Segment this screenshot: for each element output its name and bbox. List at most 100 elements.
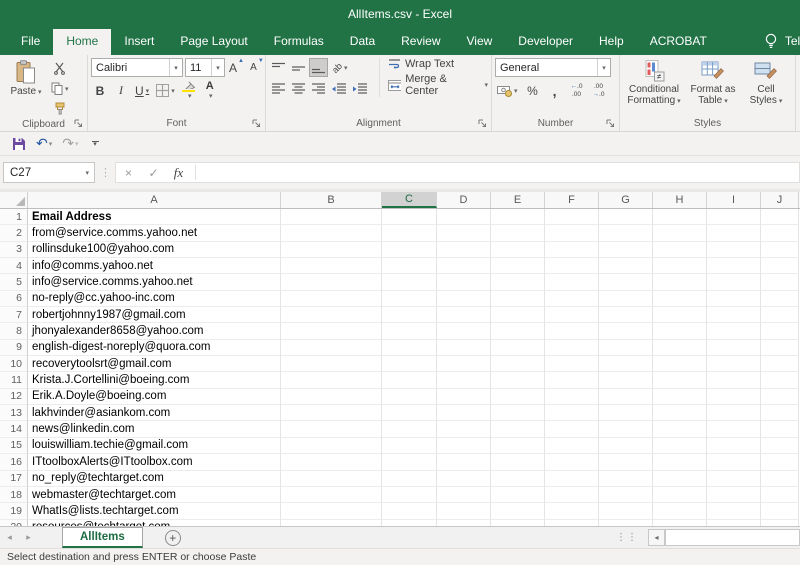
cell-A8[interactable]: jhonyalexander8658@yahoo.com bbox=[28, 323, 281, 339]
tab-split-handle[interactable]: ⋮⋮ bbox=[616, 527, 638, 548]
cell-J2[interactable] bbox=[761, 225, 799, 241]
cell-A4[interactable]: info@comms.yahoo.net bbox=[28, 258, 281, 274]
cell-B15[interactable] bbox=[281, 438, 382, 454]
cell-F12[interactable] bbox=[545, 389, 599, 405]
cell-D4[interactable] bbox=[437, 258, 491, 274]
ribbon-tab-data[interactable]: Data bbox=[337, 29, 388, 55]
row-number-17[interactable]: 17 bbox=[0, 471, 28, 487]
cell-A10[interactable]: recoverytoolsrt@gmail.com bbox=[28, 356, 281, 372]
cell-J6[interactable] bbox=[761, 291, 799, 307]
scroll-left-icon[interactable]: ◂ bbox=[648, 529, 665, 546]
cell-C18[interactable] bbox=[382, 487, 437, 503]
ribbon-tab-view[interactable]: View bbox=[454, 29, 506, 55]
cell-C3[interactable] bbox=[382, 242, 437, 258]
cell-I20[interactable] bbox=[707, 520, 761, 526]
cell-F20[interactable] bbox=[545, 520, 599, 526]
cell-G14[interactable] bbox=[599, 421, 653, 437]
cell-B11[interactable] bbox=[281, 372, 382, 388]
cell-G9[interactable] bbox=[599, 340, 653, 356]
cell-H9[interactable] bbox=[653, 340, 707, 356]
select-all-corner[interactable] bbox=[0, 192, 28, 208]
cell-E10[interactable] bbox=[491, 356, 545, 372]
cell-D16[interactable] bbox=[437, 454, 491, 470]
row-number-10[interactable]: 10 bbox=[0, 356, 28, 372]
cell-G19[interactable] bbox=[599, 503, 653, 519]
sheet-nav-left-icon[interactable]: ◂ bbox=[0, 527, 19, 548]
cell-C13[interactable] bbox=[382, 405, 437, 421]
decrease-indent-button[interactable] bbox=[329, 79, 348, 98]
cell-J5[interactable] bbox=[761, 274, 799, 290]
cell-F15[interactable] bbox=[545, 438, 599, 454]
cell-E7[interactable] bbox=[491, 307, 545, 323]
format-painter-button[interactable] bbox=[49, 99, 71, 118]
percent-style-button[interactable]: % bbox=[524, 81, 542, 100]
cell-B10[interactable] bbox=[281, 356, 382, 372]
cell-I16[interactable] bbox=[707, 454, 761, 470]
ribbon-tab-review[interactable]: Review bbox=[388, 29, 453, 55]
cell-D12[interactable] bbox=[437, 389, 491, 405]
cell-G17[interactable] bbox=[599, 471, 653, 487]
row-number-1[interactable]: 1 bbox=[0, 209, 28, 225]
cell-G8[interactable] bbox=[599, 323, 653, 339]
sheet-nav-right-icon[interactable]: ▸ bbox=[19, 527, 38, 548]
cell-F4[interactable] bbox=[545, 258, 599, 274]
copy-button[interactable] bbox=[49, 79, 71, 98]
cell-B5[interactable] bbox=[281, 274, 382, 290]
customize-qat-button[interactable]: ▾ bbox=[92, 141, 99, 146]
cell-I19[interactable] bbox=[707, 503, 761, 519]
formula-input[interactable] bbox=[200, 163, 799, 182]
cell-J4[interactable] bbox=[761, 258, 799, 274]
middle-align-button[interactable] bbox=[289, 58, 307, 77]
cell-B12[interactable] bbox=[281, 389, 382, 405]
font-name-combo[interactable]: Calibri ▾ bbox=[91, 58, 183, 77]
cell-G15[interactable] bbox=[599, 438, 653, 454]
font-size-combo[interactable]: 11 ▾ bbox=[185, 58, 225, 77]
cell-B1[interactable] bbox=[281, 209, 382, 225]
merge-center-button[interactable]: Merge & Center bbox=[388, 73, 488, 97]
cell-B18[interactable] bbox=[281, 487, 382, 503]
cell-A15[interactable]: louiswilliam.techie@gmail.com bbox=[28, 438, 281, 454]
cell-B9[interactable] bbox=[281, 340, 382, 356]
cell-F19[interactable] bbox=[545, 503, 599, 519]
save-button[interactable] bbox=[9, 134, 29, 154]
cell-G7[interactable] bbox=[599, 307, 653, 323]
cell-H11[interactable] bbox=[653, 372, 707, 388]
cell-D20[interactable] bbox=[437, 520, 491, 526]
cell-J14[interactable] bbox=[761, 421, 799, 437]
cell-C19[interactable] bbox=[382, 503, 437, 519]
cell-F13[interactable] bbox=[545, 405, 599, 421]
row-number-5[interactable]: 5 bbox=[0, 274, 28, 290]
cell-H8[interactable] bbox=[653, 323, 707, 339]
cell-H18[interactable] bbox=[653, 487, 707, 503]
cell-D13[interactable] bbox=[437, 405, 491, 421]
row-number-19[interactable]: 19 bbox=[0, 503, 28, 519]
cell-A2[interactable]: from@service.comms.yahoo.net bbox=[28, 225, 281, 241]
cell-C7[interactable] bbox=[382, 307, 437, 323]
cell-F3[interactable] bbox=[545, 242, 599, 258]
cell-J13[interactable] bbox=[761, 405, 799, 421]
cell-E9[interactable] bbox=[491, 340, 545, 356]
row-number-2[interactable]: 2 bbox=[0, 225, 28, 241]
column-header-I[interactable]: I bbox=[707, 192, 761, 208]
cell-I9[interactable] bbox=[707, 340, 761, 356]
row-number-7[interactable]: 7 bbox=[0, 307, 28, 323]
row-number-13[interactable]: 13 bbox=[0, 405, 28, 421]
cell-E19[interactable] bbox=[491, 503, 545, 519]
accounting-format-button[interactable] bbox=[495, 81, 520, 100]
cell-D18[interactable] bbox=[437, 487, 491, 503]
cell-I17[interactable] bbox=[707, 471, 761, 487]
cell-H12[interactable] bbox=[653, 389, 707, 405]
cell-C14[interactable] bbox=[382, 421, 437, 437]
cell-E13[interactable] bbox=[491, 405, 545, 421]
cell-I13[interactable] bbox=[707, 405, 761, 421]
cell-J16[interactable] bbox=[761, 454, 799, 470]
cell-I10[interactable] bbox=[707, 356, 761, 372]
cell-I4[interactable] bbox=[707, 258, 761, 274]
column-header-G[interactable]: G bbox=[599, 192, 653, 208]
new-sheet-button[interactable]: + bbox=[165, 530, 181, 546]
font-color-button[interactable]: A bbox=[201, 81, 219, 100]
cell-B3[interactable] bbox=[281, 242, 382, 258]
cell-F14[interactable] bbox=[545, 421, 599, 437]
cell-I8[interactable] bbox=[707, 323, 761, 339]
cell-A9[interactable]: english-digest-noreply@quora.com bbox=[28, 340, 281, 356]
